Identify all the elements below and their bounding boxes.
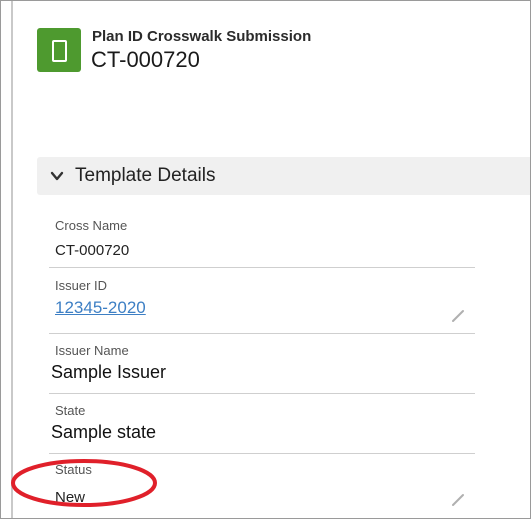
- pencil-edit-icon[interactable]: [451, 309, 465, 323]
- left-divider: [11, 1, 13, 518]
- field-value: Sample Issuer: [51, 362, 167, 382]
- template-details-section-toggle[interactable]: Template Details: [37, 157, 530, 195]
- field-label: Issuer ID: [55, 278, 108, 293]
- field-issuer-id: Issuer ID 12345-2020: [49, 267, 475, 334]
- record-title: CT-000720: [91, 47, 200, 72]
- section-title: Template Details: [75, 165, 216, 186]
- field-cross-name: Cross Name CT-000720: [49, 215, 475, 268]
- field-value: CT-000720: [55, 242, 130, 259]
- phone-icon: [52, 40, 67, 62]
- chevron-down-icon: [50, 171, 64, 181]
- status-highlight-ellipse: [11, 459, 157, 507]
- field-label: State: [55, 403, 86, 418]
- record-icon: [37, 28, 81, 72]
- field-state: State Sample state: [49, 393, 475, 454]
- record-page: Plan ID Crosswalk Submission CT-000720 T…: [0, 0, 531, 519]
- field-value: Sample state: [51, 422, 157, 442]
- object-label: Plan ID Crosswalk Submission: [92, 28, 312, 45]
- issuer-id-link[interactable]: 12345-2020: [55, 298, 146, 318]
- pencil-edit-icon[interactable]: [451, 493, 465, 507]
- field-label: Cross Name: [55, 218, 128, 233]
- field-label: Issuer Name: [55, 343, 129, 358]
- field-issuer-name: Issuer Name Sample Issuer: [49, 333, 475, 394]
